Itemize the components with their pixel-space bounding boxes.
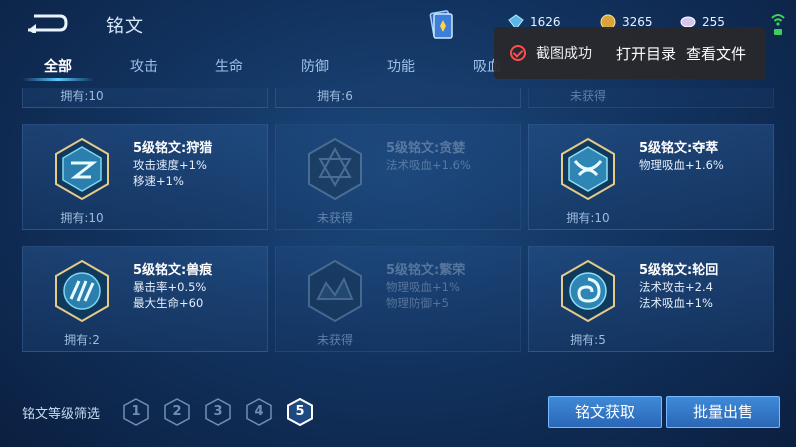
rune-stat: 最大生命+60 [133, 296, 204, 310]
level-filter-4[interactable]: 4 [245, 398, 273, 426]
rune-stat: 物理防御+5 [386, 296, 449, 310]
rune-name: 5级铭文:兽痕 [133, 263, 213, 278]
rune-card-partial-right[interactable]: 未获得 [528, 88, 774, 108]
owned-count: 未获得 [316, 333, 353, 347]
level-filter-5[interactable]: 5 [286, 397, 314, 427]
rune-stat: 法术吸血+1% [639, 296, 713, 310]
owned-count: 未获得 [569, 89, 606, 103]
page-title: 铭文 [106, 16, 144, 37]
rune-name: 5级铭文:狩猎 [133, 141, 213, 156]
toast-message: 截图成功 [536, 46, 592, 62]
screenshot-toast: 截图成功 打开目录 查看文件 [494, 27, 766, 79]
bottom-bar: 铭文等级筛选 1 2 3 4 5 铭文获取 批量出售 [0, 386, 796, 447]
owned-count: 拥有:10 [566, 211, 610, 225]
rune-card-reincarnation[interactable]: 5级铭文:轮回 法术攻击+2.4 法术吸血+1% 拥有:5 [528, 246, 774, 352]
tab-health[interactable]: 生命 [215, 56, 243, 76]
level-filter-1[interactable]: 1 [122, 398, 150, 426]
tab-defense[interactable]: 防御 [301, 56, 329, 76]
rune-card-partial-left[interactable]: 拥有:10 [22, 88, 268, 108]
rune-card-hunt[interactable]: 5级铭文:狩猎 攻击速度+1% 移速+1% 拥有:10 [22, 124, 268, 230]
rune-card-partial-mid[interactable]: 拥有:6 [275, 88, 521, 108]
rune-stat: 攻击速度+1% [133, 158, 207, 172]
level-number: 1 [131, 404, 141, 419]
rune-stat: 物理吸血+1% [386, 280, 460, 294]
batch-sell-button[interactable]: 批量出售 [666, 396, 780, 428]
rune-grid[interactable]: 拥有:10 拥有:6 未获得 5级铭文:狩猎 攻击速度+1% 移速+1% 拥有:… [22, 88, 774, 360]
rune-name: 5级铭文:贪婪 [386, 141, 466, 156]
back-button[interactable] [20, 10, 72, 36]
owned-count: 拥有:2 [64, 333, 100, 347]
rune-card-beast-mark[interactable]: 5级铭文:兽痕 暴击率+0.5% 最大生命+60 拥有:2 [22, 246, 268, 352]
rune-deck-icon[interactable] [428, 10, 454, 40]
tab-attack[interactable]: 攻击 [130, 56, 158, 76]
prosper-rune-icon [308, 259, 362, 323]
rune-stat: 移速+1% [133, 174, 184, 188]
rune-stat: 法术吸血+1.6% [386, 158, 471, 172]
rune-name: 5级铭文:繁荣 [386, 263, 466, 278]
wifi-icon [771, 14, 785, 35]
tab-all[interactable]: 全部 [44, 56, 72, 76]
active-tab-indicator [22, 78, 94, 81]
check-circle-icon [510, 45, 526, 61]
level-filter-2[interactable]: 2 [163, 398, 191, 426]
rune-name: 5级铭文:轮回 [639, 263, 719, 278]
rune-obtain-button[interactable]: 铭文获取 [548, 396, 662, 428]
tab-utility[interactable]: 功能 [387, 56, 415, 76]
reincarnation-rune-icon [561, 259, 615, 323]
back-arrow-icon [28, 14, 68, 33]
rune-card-greed[interactable]: 5级铭文:贪婪 法术吸血+1.6% 未获得 [275, 124, 521, 230]
rune-card-prosper[interactable]: 5级铭文:繁荣 物理吸血+1% 物理防御+5 未获得 [275, 246, 521, 352]
rune-stat: 暴击率+0.5% [133, 280, 207, 294]
plunder-rune-icon [561, 137, 615, 201]
owned-count: 拥有:5 [570, 333, 606, 347]
owned-count: 拥有:6 [317, 89, 353, 103]
level-number: 4 [254, 404, 264, 419]
level-number: 2 [172, 404, 182, 419]
rune-stat: 法术攻击+2.4 [639, 280, 713, 294]
hunt-rune-icon [55, 137, 109, 201]
rune-stat: 物理吸血+1.6% [639, 158, 724, 172]
view-file-button[interactable]: 查看文件 [686, 43, 746, 64]
level-filter-3[interactable]: 3 [204, 398, 232, 426]
level-number: 3 [213, 404, 223, 419]
level-filter-label: 铭文等级筛选 [22, 407, 101, 422]
rune-card-plunder[interactable]: 5级铭文:夺萃 物理吸血+1.6% 拥有:10 [528, 124, 774, 230]
level-number: 5 [295, 404, 305, 419]
owned-count: 拥有:10 [60, 89, 104, 103]
owned-count: 拥有:10 [60, 211, 104, 225]
rune-name: 5级铭文:夺萃 [639, 141, 719, 156]
greed-rune-icon [308, 137, 362, 201]
beast-mark-rune-icon [55, 259, 109, 323]
open-folder-button[interactable]: 打开目录 [616, 43, 676, 64]
owned-count: 未获得 [316, 211, 353, 225]
